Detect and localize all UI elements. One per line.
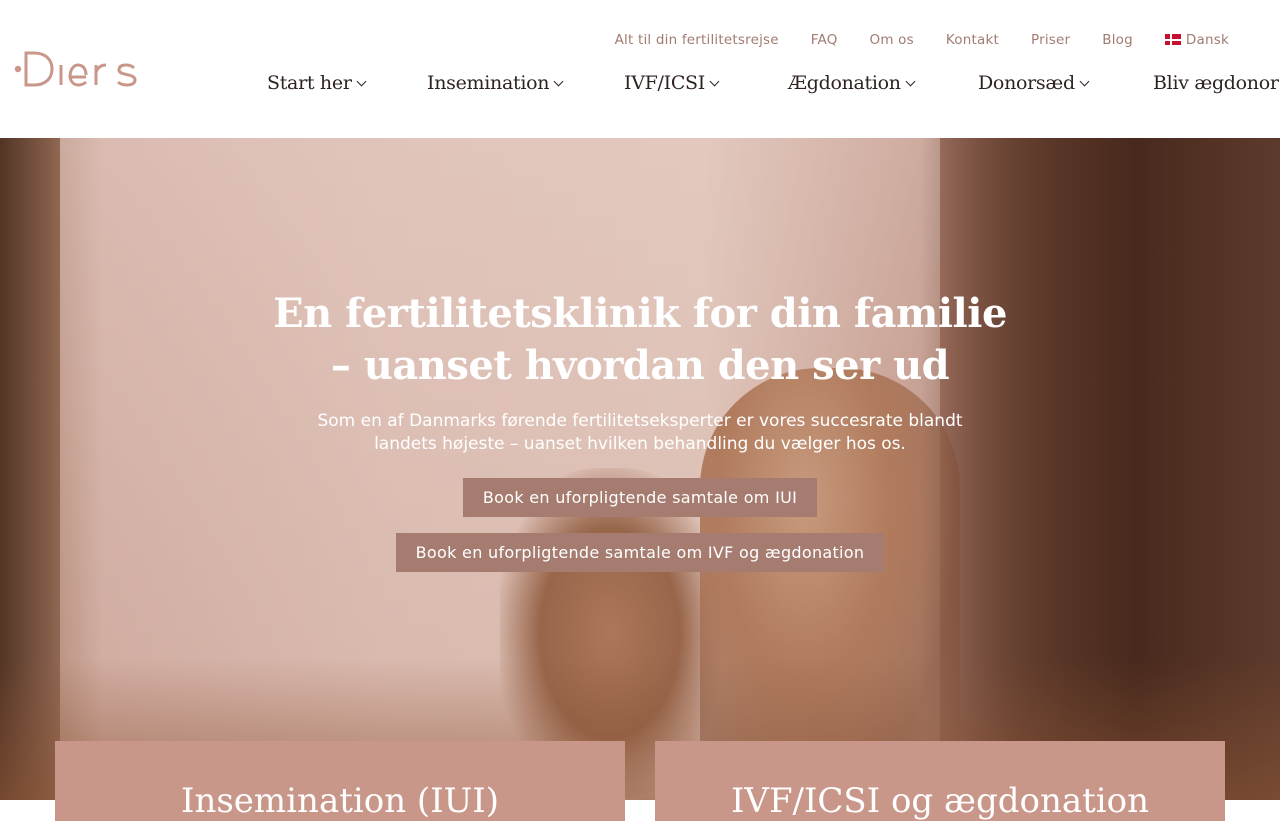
mainnav-label: Start her	[267, 72, 352, 94]
hero-title: En fertilitetsklinik for din familie – u…	[0, 288, 1280, 392]
card-title: Insemination (IUI)	[181, 781, 499, 821]
chevron-down-icon	[905, 76, 916, 87]
card-title: IVF/ICSI og ægdonation	[730, 781, 1150, 821]
language-switcher[interactable]: Dansk	[1164, 32, 1229, 48]
chevron-down-icon	[356, 76, 367, 87]
topnav-link-fertility-journey[interactable]: Alt til din fertilitetsrejse	[615, 32, 779, 48]
topnav-link-faq[interactable]: FAQ	[811, 32, 838, 48]
mainnav-item-start-here[interactable]: Start her	[267, 72, 367, 94]
mainnav-label: Donorsæd	[978, 72, 1075, 94]
mainnav-label: Ægdonation	[788, 72, 901, 94]
language-label: Dansk	[1185, 32, 1229, 48]
topnav-link-blog[interactable]: Blog	[1102, 32, 1133, 48]
chevron-down-icon	[553, 76, 564, 87]
hero-title-line1: En fertilitetsklinik for din familie	[273, 290, 1007, 337]
card-insemination[interactable]: Insemination (IUI)	[55, 741, 625, 821]
hero-subtitle: Som en af Danmarks førende fertilitetsek…	[317, 411, 963, 454]
hero-section: En fertilitetsklinik for din familie – u…	[0, 138, 1280, 800]
book-iui-button[interactable]: Book en uforpligtende samtale om IUI	[462, 478, 818, 517]
mainnav-item-egg-donation[interactable]: Ægdonation	[788, 72, 916, 94]
mainnav-item-ivf-icsi[interactable]: IVF/ICSI	[624, 72, 720, 94]
top-utility-nav: Alt til din fertilitetsrejse FAQ Om os K…	[615, 32, 1229, 48]
mainnav-item-insemination[interactable]: Insemination	[427, 72, 564, 94]
main-nav: Start her Insemination IVF/ICSI Ægdonati…	[0, 72, 1280, 102]
topnav-link-about[interactable]: Om os	[870, 32, 914, 48]
mainnav-label: Bliv ægdonor	[1153, 72, 1279, 94]
mainnav-label: Insemination	[427, 72, 550, 94]
mainnav-item-become-egg-donor[interactable]: Bliv ægdonor	[1153, 72, 1279, 94]
site-header: Alt til din fertilitetsrejse FAQ Om os K…	[0, 0, 1280, 138]
hero-title-line2: – uanset hvordan den ser ud	[330, 342, 950, 389]
chevron-down-icon	[709, 76, 720, 87]
mainnav-item-donor-sperm[interactable]: Donorsæd	[978, 72, 1090, 94]
denmark-flag-icon	[1164, 34, 1181, 45]
mainnav-label: IVF/ICSI	[624, 72, 705, 94]
hero-content: En fertilitetsklinik for din familie – u…	[0, 288, 1280, 572]
topnav-link-prices[interactable]: Priser	[1031, 32, 1070, 48]
chevron-down-icon	[1079, 76, 1090, 87]
book-ivf-button[interactable]: Book en uforpligtende samtale om IVF og …	[395, 533, 885, 572]
topnav-link-contact[interactable]: Kontakt	[946, 32, 999, 48]
card-ivf-egg-donation[interactable]: IVF/ICSI og ægdonation	[655, 741, 1225, 821]
